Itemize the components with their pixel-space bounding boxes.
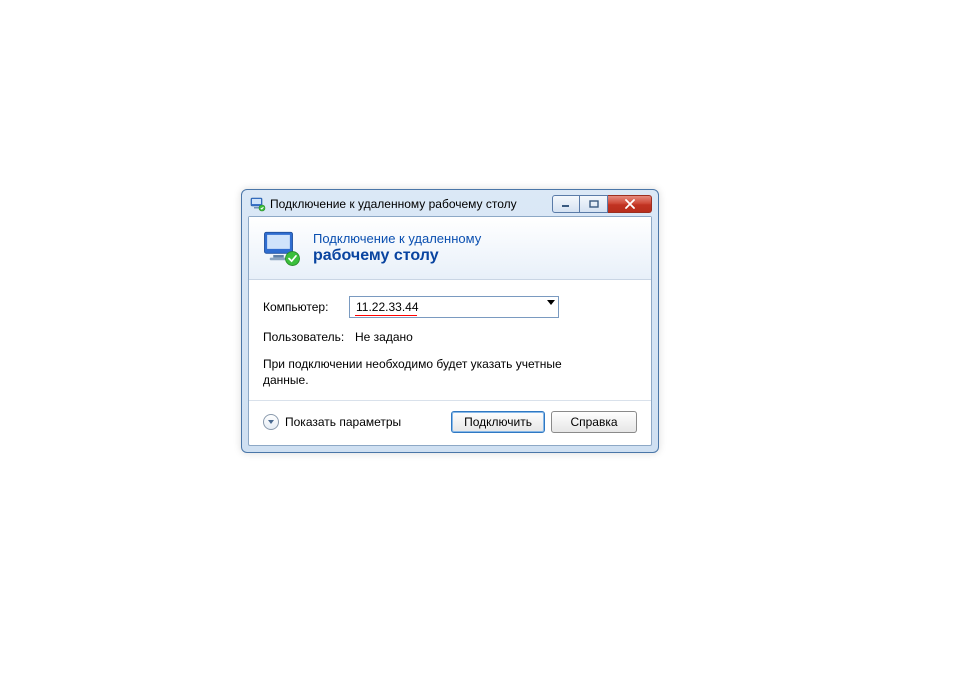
- connect-button[interactable]: Подключить: [451, 411, 545, 433]
- minimize-button[interactable]: [552, 195, 580, 213]
- minimize-icon: [561, 200, 571, 208]
- rdc-dialog-window: Подключение к удаленному рабочему столу: [241, 189, 659, 453]
- banner-text: Подключение к удаленному рабочему столу: [313, 231, 481, 265]
- window-title: Подключение к удаленному рабочему столу: [270, 197, 552, 211]
- computer-field: [349, 296, 559, 318]
- client-area: Подключение к удаленному рабочему столу …: [248, 216, 652, 446]
- banner: Подключение к удаленному рабочему столу: [249, 217, 651, 280]
- footer: Показать параметры Подключить Справка: [249, 400, 651, 445]
- user-value: Не задано: [349, 330, 413, 344]
- expand-down-icon: [263, 414, 279, 430]
- help-button[interactable]: Справка: [551, 411, 637, 433]
- chevron-down-icon[interactable]: [547, 300, 555, 305]
- computer-row: Компьютер:: [263, 296, 637, 318]
- titlebar[interactable]: Подключение к удаленному рабочему столу: [248, 196, 652, 216]
- close-button[interactable]: [608, 195, 652, 213]
- highlight-underline: [355, 315, 417, 316]
- rdc-app-icon: [250, 196, 266, 212]
- user-row: Пользователь: Не задано: [263, 330, 637, 344]
- body-area: Компьютер: Пользователь: Не задано При п…: [249, 280, 651, 400]
- banner-line1: Подключение к удаленному: [313, 231, 481, 246]
- banner-line2: рабочему столу: [313, 247, 481, 265]
- banner-rdc-icon: [261, 227, 303, 269]
- close-icon: [624, 199, 636, 209]
- user-label: Пользователь:: [263, 330, 349, 344]
- window-buttons: [552, 195, 652, 213]
- show-options-label: Показать параметры: [285, 415, 401, 429]
- computer-label: Компьютер:: [263, 300, 349, 314]
- show-options-link[interactable]: Показать параметры: [263, 414, 401, 430]
- maximize-icon: [589, 200, 599, 208]
- maximize-button[interactable]: [580, 195, 608, 213]
- credentials-note: При подключении необходимо будет указать…: [263, 356, 563, 388]
